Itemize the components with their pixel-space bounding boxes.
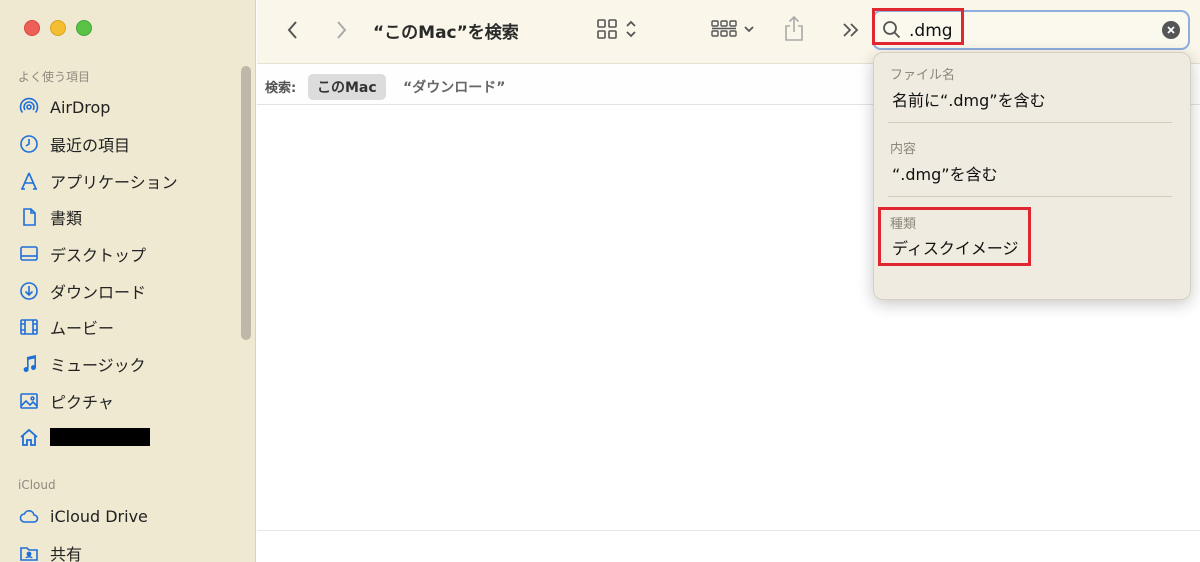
sidebar-scrollbar[interactable] <box>241 66 251 340</box>
clock-icon <box>20 135 38 153</box>
chevron-left-icon <box>287 21 297 39</box>
cloud-icon <box>19 510 39 523</box>
download-icon <box>20 282 38 300</box>
group-icon <box>711 20 737 37</box>
window-controls <box>24 20 92 36</box>
sidebar-item-label: ピクチャ <box>50 393 114 412</box>
double-chevron-right-icon <box>843 23 859 37</box>
scope-label: 検索: <box>265 81 297 96</box>
sidebar-item-label: 最近の項目 <box>50 136 131 155</box>
sidebar: よく使う項目 AirDrop 最近の項目 アプリケーション 書類 デスクトップ … <box>0 0 256 562</box>
scope-downloads-button[interactable]: “ダウンロード” <box>403 77 505 97</box>
sidebar-item-label: AirDrop <box>50 97 111 117</box>
menu-separator <box>888 196 1172 197</box>
suggestion-header-filename: ファイル名 <box>890 68 956 83</box>
chevron-down-icon <box>744 26 754 33</box>
sidebar-item-label: アプリケーション <box>50 173 178 192</box>
sidebar-item-desktop[interactable]: デスクトップ <box>18 241 146 267</box>
divider <box>257 530 1200 531</box>
close-window-button[interactable] <box>24 20 40 36</box>
back-button[interactable] <box>281 18 305 42</box>
group-button[interactable] <box>707 17 759 41</box>
zoom-window-button[interactable] <box>76 20 92 36</box>
sidebar-item-airdrop[interactable]: AirDrop <box>18 94 110 120</box>
window-title: “このMac”を検索 <box>373 23 519 43</box>
document-icon <box>23 208 36 226</box>
sidebar-item-home[interactable] <box>18 424 150 450</box>
search-highlight-box <box>872 8 964 45</box>
share-icon <box>785 15 803 41</box>
sidebar-item-movies[interactable]: ムービー <box>18 314 114 340</box>
music-icon <box>23 355 37 373</box>
view-mode-button[interactable] <box>593 17 641 41</box>
sidebar-item-recents[interactable]: 最近の項目 <box>18 131 130 157</box>
airdrop-icon <box>19 97 39 114</box>
sidebar-item-label: 共有 <box>50 545 83 562</box>
share-button[interactable] <box>781 14 807 44</box>
sidebar-item-downloads[interactable]: ダウンロード <box>18 278 146 304</box>
suggestion-filename-contains[interactable]: 名前に“.dmg”を含む <box>892 87 1046 111</box>
sidebar-item-label: ムービー <box>50 319 115 338</box>
sidebar-item-applications[interactable]: アプリケーション <box>18 168 178 194</box>
chevron-right-icon <box>337 21 347 39</box>
more-toolbar-button[interactable] <box>839 18 863 42</box>
shared-folder-icon <box>20 547 38 561</box>
suggestion-header-contents: 内容 <box>890 142 917 157</box>
favorites-section-label: よく使う項目 <box>18 70 91 84</box>
sidebar-item-label: 書類 <box>50 209 83 228</box>
minimize-window-button[interactable] <box>50 20 66 36</box>
desktop-icon <box>20 246 38 261</box>
sidebar-item-label: iCloud Drive <box>50 506 148 526</box>
sidebar-item-music[interactable]: ミュージック <box>18 351 146 377</box>
home-icon <box>20 428 38 446</box>
sidebar-item-pictures[interactable]: ピクチャ <box>18 388 114 414</box>
applications-icon <box>21 172 37 190</box>
suggestion-contents-contains[interactable]: “.dmg”を含む <box>892 161 998 185</box>
close-icon <box>1167 26 1175 34</box>
disk-image-highlight-box <box>878 207 1031 266</box>
film-icon <box>20 319 38 335</box>
grid-view-icon <box>597 19 617 39</box>
sidebar-item-label: デスクトップ <box>50 246 147 265</box>
redacted-username <box>50 428 150 446</box>
scope-this-mac-button[interactable]: このMac <box>308 74 386 100</box>
forward-button[interactable] <box>329 18 353 42</box>
sidebar-item-label: ミュージック <box>50 356 146 375</box>
sidebar-item-label: ダウンロード <box>50 283 147 302</box>
sidebar-item-shared[interactable]: 共有 <box>18 540 82 562</box>
sidebar-item-documents[interactable]: 書類 <box>18 204 82 230</box>
sidebar-item-icloud-drive[interactable]: iCloud Drive <box>18 503 148 529</box>
updown-chevron-icon <box>626 20 636 38</box>
photo-icon <box>20 393 38 409</box>
clear-search-button[interactable] <box>1162 21 1180 39</box>
icloud-section-label: iCloud <box>18 478 56 492</box>
menu-separator <box>888 122 1172 123</box>
